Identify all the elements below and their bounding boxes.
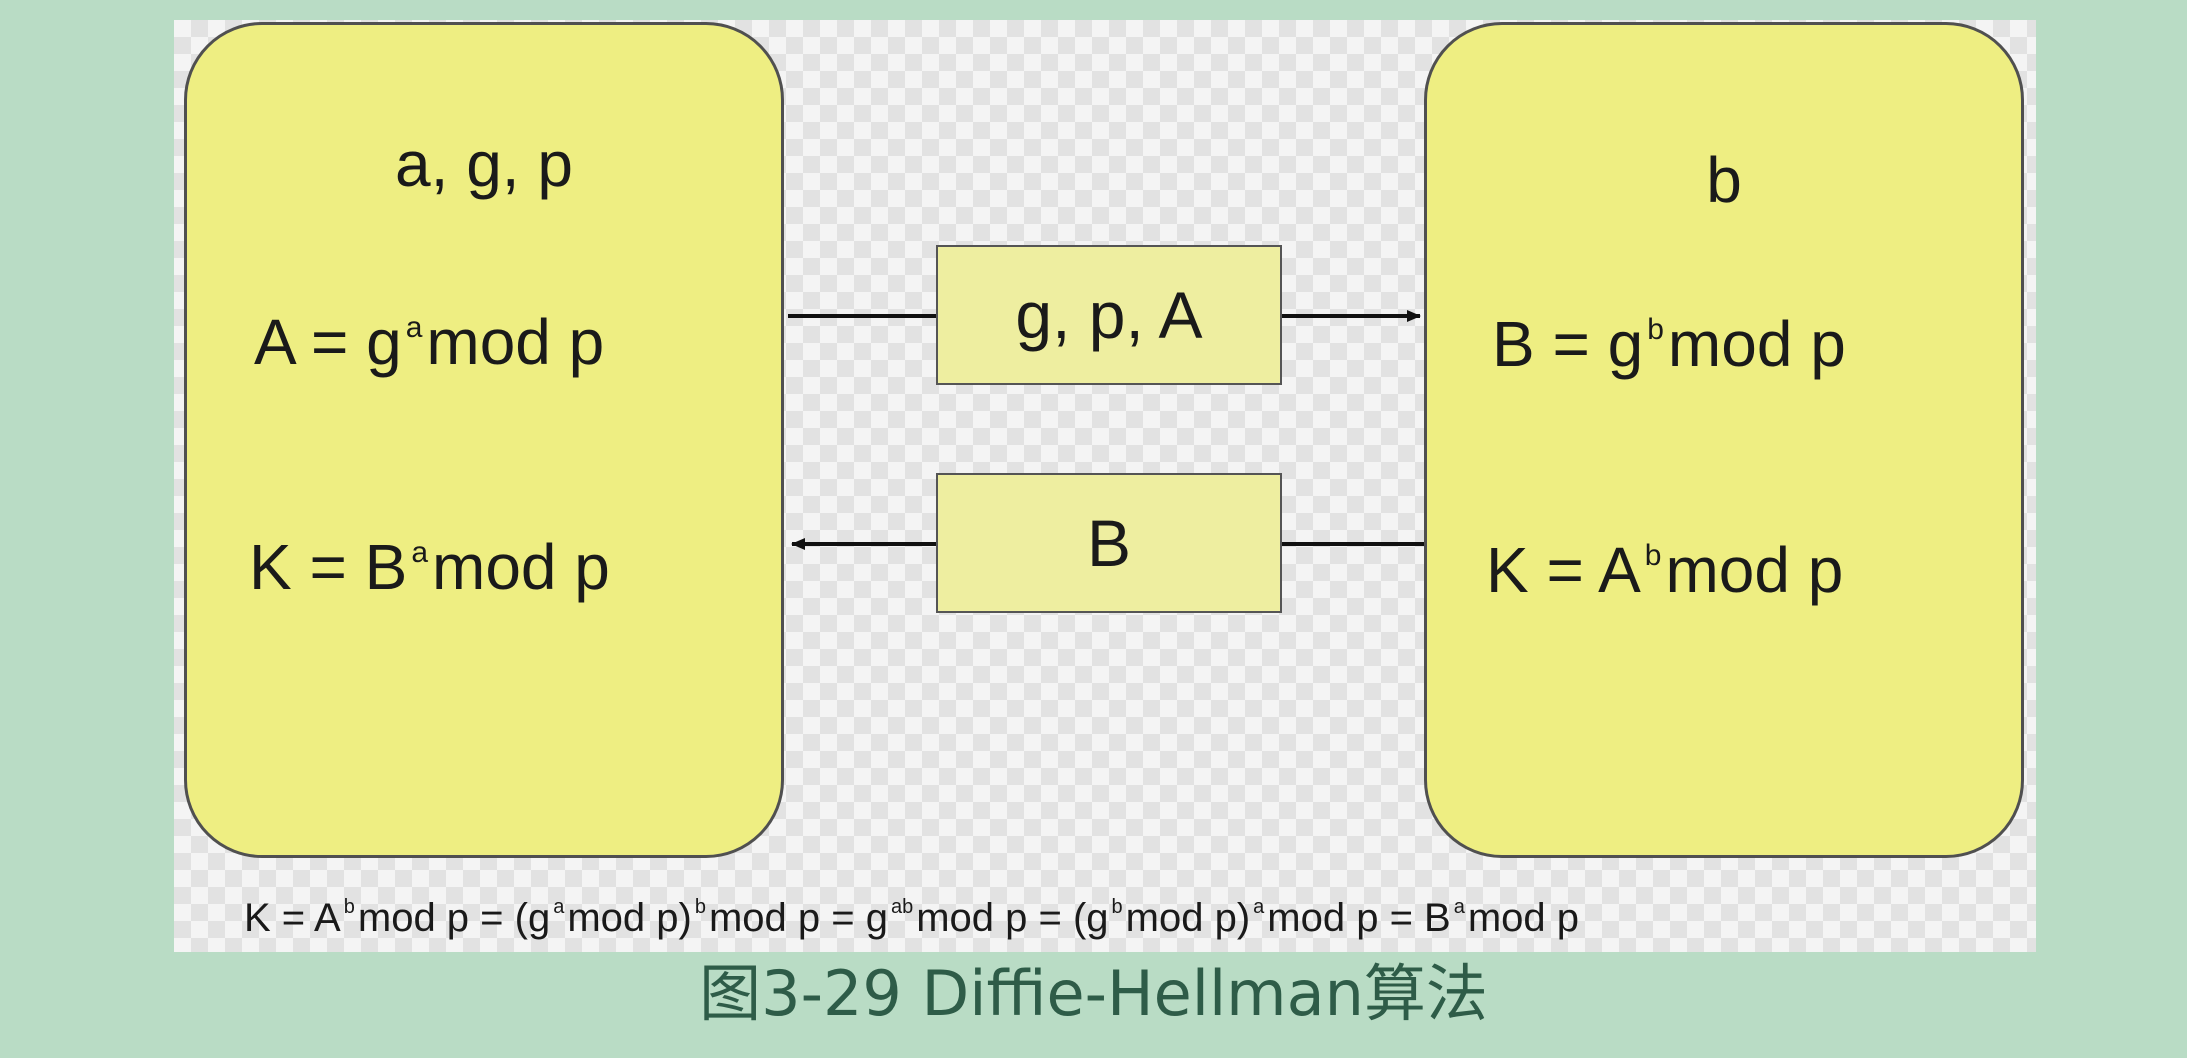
message-to-alice-label: B (1086, 506, 1132, 580)
message-to-bob-label: g, p, A (1015, 278, 1203, 352)
figure-caption: 图3-29 Diffie-Hellman算法 (699, 957, 1488, 1030)
diagram-canvas: a, g, p A = g amod p K = Bamod p b B = gb… (174, 20, 2036, 952)
message-box-to-alice: B (936, 473, 1282, 613)
message-box-to-bob: g, p, A (936, 245, 1282, 385)
shared-key-derivation: K = Abmod p = (g amod p) bmod p = g abmod p… (244, 896, 1580, 940)
